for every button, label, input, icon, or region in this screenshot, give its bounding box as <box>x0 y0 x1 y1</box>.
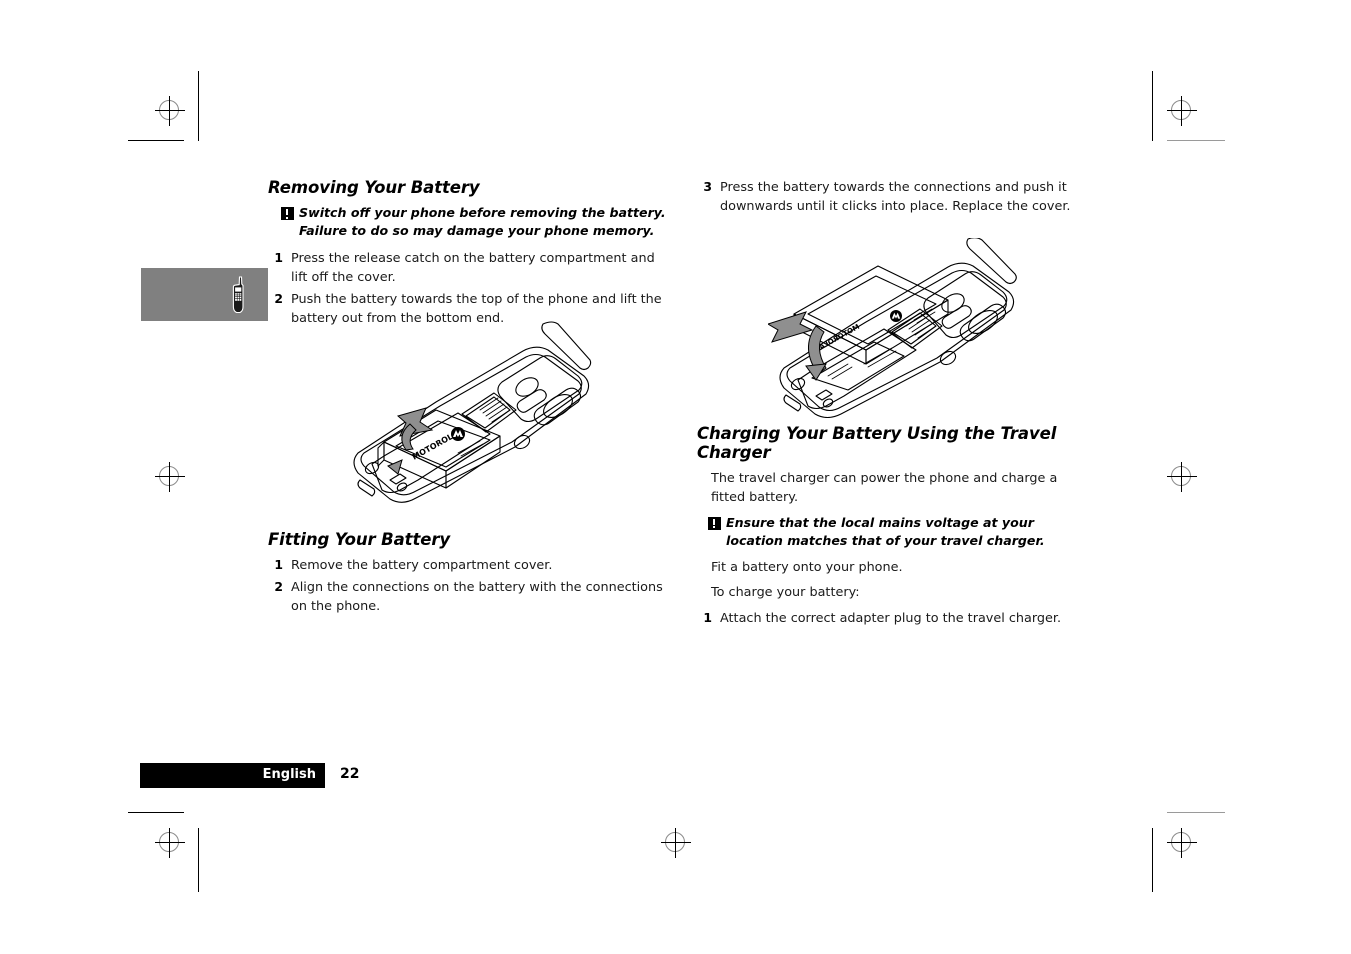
steps-charging: 1 Attach the correct adapter plug to the… <box>697 609 1077 628</box>
left-column: Removing Your Battery Switch off your ph… <box>268 178 668 330</box>
warning-exclamation-icon <box>708 516 721 530</box>
crop-mark-bottom-right-h <box>1167 812 1225 813</box>
crop-mark-top-right-v <box>1152 71 1153 141</box>
warning-exclamation-icon <box>281 207 294 221</box>
registration-vline <box>169 462 170 492</box>
footer-language-label: English <box>262 767 316 782</box>
registration-mark-bottom-left <box>155 828 185 858</box>
step-text: Press the release catch on the battery c… <box>291 250 655 286</box>
registration-vline <box>169 96 170 126</box>
registration-hline <box>1167 110 1197 111</box>
crop-mark-bottom-left-v <box>198 828 199 892</box>
registration-hline <box>155 476 185 477</box>
list-item: 1 Attach the correct adapter plug to the… <box>697 609 1077 628</box>
registration-vline <box>1181 462 1182 492</box>
crop-mark-bottom-right-v <box>1152 828 1153 892</box>
registration-hline <box>155 110 185 111</box>
registration-vline <box>1181 828 1182 858</box>
registration-vline <box>169 828 170 858</box>
registration-hline <box>661 842 691 843</box>
step-number: 2 <box>274 578 283 594</box>
heading-charging-your-battery: Charging Your Battery Using the Travel C… <box>697 424 1057 463</box>
step-number: 2 <box>274 290 283 306</box>
charging-intro-text: The travel charger can power the phone a… <box>711 471 1058 506</box>
phone-icon <box>232 276 244 314</box>
index-tab <box>141 268 268 321</box>
crop-mark-top-left-h <box>128 140 184 141</box>
warning-note-text: Switch off your phone before removing th… <box>299 205 666 239</box>
fitting-your-battery-block: Fitting Your Battery 1 Remove the batter… <box>268 530 678 618</box>
registration-mark-mid-left <box>155 462 185 492</box>
registration-hline <box>155 842 185 843</box>
registration-mark-top-left <box>155 96 185 126</box>
step-text: Attach the correct adapter plug to the t… <box>720 610 1062 626</box>
step-text: Align the connections on the battery wit… <box>291 579 663 614</box>
step-text: Remove the battery compartment cover. <box>291 558 553 574</box>
registration-vline <box>675 828 676 858</box>
step-text: Press the battery towards the connection… <box>720 180 1071 215</box>
right-column-top: 3 Press the battery towards the connecti… <box>697 178 1072 219</box>
registration-mark-mid-right <box>1167 462 1197 492</box>
registration-vline <box>1181 96 1182 126</box>
registration-mark-bottom-right <box>1167 828 1197 858</box>
registration-hline <box>1167 476 1197 477</box>
fit-battery-text: Fit a battery onto your phone. <box>711 560 903 576</box>
crop-mark-top-right-h <box>1167 140 1225 141</box>
steps-continued: 3 Press the battery towards the connecti… <box>697 178 1072 217</box>
footer-language-bar: English <box>140 763 325 788</box>
list-item: 2 Align the connections on the battery w… <box>268 578 678 617</box>
list-item: 1 Remove the battery compartment cover. <box>268 556 678 575</box>
warning-note-charging: Ensure that the local mains voltage at y… <box>697 514 1077 551</box>
warning-note-text: Ensure that the local mains voltage at y… <box>726 514 1045 548</box>
warning-note-removing: Switch off your phone before removing th… <box>268 204 668 241</box>
list-item: 3 Press the battery towards the connecti… <box>697 178 1072 217</box>
list-item: 1 Press the release catch on the battery… <box>268 249 668 288</box>
step-number: 3 <box>703 179 712 194</box>
registration-hline <box>1167 842 1197 843</box>
crop-mark-bottom-left-h <box>128 812 184 813</box>
step-number: 1 <box>703 609 712 625</box>
phone-battery-removal-diagram: MOTOROLA <box>353 321 592 503</box>
charging-your-battery-block: Charging Your Battery Using the Travel C… <box>697 424 1077 630</box>
to-charge-text: To charge your battery: <box>711 585 860 601</box>
phone-battery-fitting-diagram: MOTOROLA <box>768 238 1017 418</box>
steps-fitting-your-battery: 1 Remove the battery compartment cover. … <box>268 556 678 616</box>
steps-removing-your-battery: 1 Press the release catch on the battery… <box>268 249 668 329</box>
heading-removing-your-battery: Removing Your Battery <box>268 178 480 197</box>
step-number: 1 <box>274 249 283 265</box>
heading-fitting-your-battery: Fitting Your Battery <box>268 530 451 549</box>
crop-mark-top-left-v <box>198 71 199 141</box>
registration-mark-top-right <box>1167 96 1197 126</box>
step-number: 1 <box>274 557 283 573</box>
registration-mark-bottom-center <box>661 828 691 858</box>
page-number: 22 <box>340 766 360 782</box>
